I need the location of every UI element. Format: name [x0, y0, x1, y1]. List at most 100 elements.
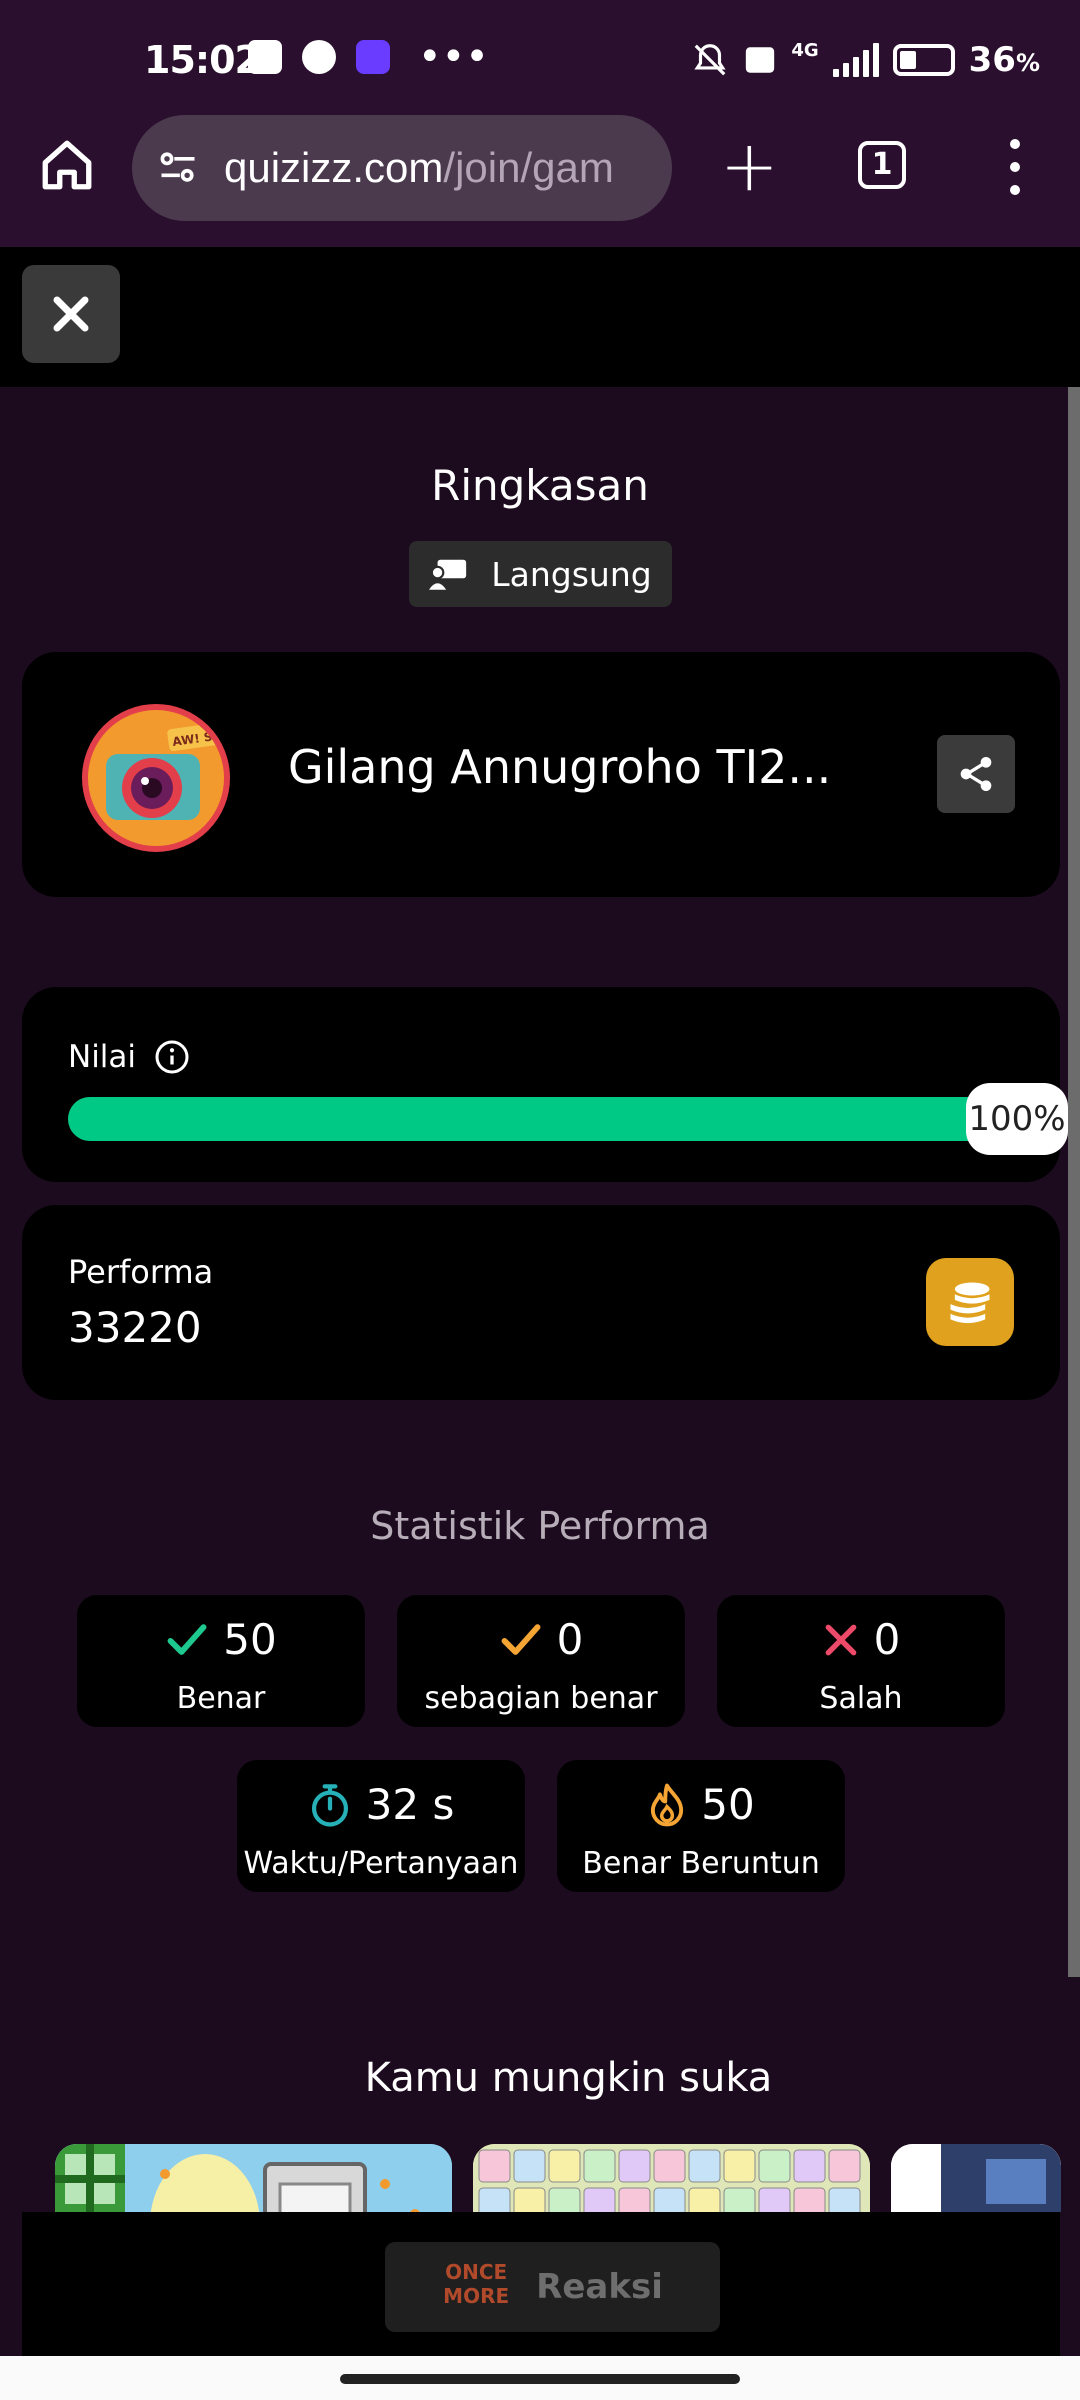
signal-icon — [832, 43, 879, 77]
score-progress-bar — [68, 1097, 1028, 1141]
stat-label: sebagian benar — [424, 1681, 658, 1716]
stat-correct: 50 Benar — [77, 1595, 365, 1727]
share-icon — [960, 757, 992, 791]
keyboard-key — [828, 2149, 861, 2183]
home-icon[interactable] — [38, 135, 96, 195]
status-bar: 15:02 ••• 4G 36% — [0, 0, 1080, 115]
reactions-bar: ONCE MORE Reaksi — [22, 2212, 1060, 2362]
keyboard-key — [583, 2149, 616, 2183]
stat-wrong: 0 Salah — [717, 1595, 1005, 1727]
keyboard-key — [583, 2187, 616, 2212]
message-icon — [248, 40, 282, 74]
page-title: Ringkasan — [431, 461, 649, 510]
score-label-row: Nilai — [68, 1039, 190, 1075]
once-more-logo: ONCE MORE — [443, 2260, 510, 2308]
stat-value: 50 — [223, 1615, 277, 1664]
close-button[interactable] — [22, 265, 120, 363]
coins-button[interactable] — [926, 1258, 1014, 1346]
stat-value: 0 — [873, 1615, 901, 1664]
new-tab-icon[interactable]: + — [720, 131, 779, 201]
keyboard-key — [723, 2149, 756, 2183]
summary-page: Ringkasan Langsung AW! SNAP! Gilang Annu… — [0, 387, 1080, 2212]
keyboard-key — [793, 2187, 826, 2212]
stat-label: Salah — [819, 1681, 903, 1716]
stat-value: 0 — [556, 1615, 584, 1664]
keyboard-key — [653, 2149, 686, 2183]
mode-badge: Langsung — [409, 541, 672, 607]
suggestion-thumbnail — [473, 2144, 870, 2212]
stat-label: Waktu/Pertanyaan — [243, 1846, 519, 1881]
avatar: AW! SNAP! — [82, 704, 230, 852]
score-percent: 100% — [966, 1083, 1068, 1155]
stat-streak: 50 Benar Beruntun — [557, 1760, 845, 1892]
mode-label: Langsung — [491, 554, 652, 594]
score-card: Nilai 100% — [22, 987, 1068, 1182]
address-bar[interactable]: quizizz.com/join/gam — [132, 115, 672, 221]
info-icon[interactable] — [154, 1039, 190, 1075]
suggestions-title: Kamu mungkin suka — [364, 2055, 773, 2101]
keyboard-key — [688, 2149, 721, 2183]
navigation-bar — [0, 2356, 1080, 2400]
stat-label: Benar — [176, 1681, 266, 1716]
performance-card: Performa 33220 — [22, 1205, 1060, 1400]
cross-icon — [825, 1624, 856, 1655]
keyboard-key — [828, 2187, 861, 2212]
coins-icon — [950, 1282, 990, 1324]
stat-value: 32 s — [365, 1780, 455, 1829]
pinterest-icon — [302, 40, 336, 74]
suggestion-thumbnail — [55, 2144, 452, 2212]
performance-value: 33220 — [68, 1303, 202, 1352]
stat-label: Benar Beruntun — [582, 1846, 820, 1881]
keyboard-key — [478, 2149, 511, 2183]
reactions-label: Reaksi — [536, 2267, 663, 2307]
tab-switcher-button[interactable]: 1 — [858, 141, 906, 189]
check-icon — [501, 1623, 541, 1655]
status-time: 15:02 — [144, 38, 261, 82]
keyboard-key — [723, 2187, 756, 2212]
camera-avatar-icon: AW! SNAP! — [106, 723, 224, 820]
battery-level: 36% — [968, 40, 1040, 80]
home-gesture-handle[interactable] — [340, 2374, 740, 2384]
browser-toolbar: quizizz.com/join/gam + 1 — [0, 115, 1080, 247]
keyboard-key — [513, 2187, 546, 2212]
score-progress-fill — [68, 1097, 1028, 1141]
quiz-header — [0, 247, 1080, 387]
volte-icon — [746, 47, 775, 73]
score-label: Nilai — [68, 1039, 137, 1075]
share-button[interactable] — [937, 735, 1015, 813]
player-name: Gilang Annugroho TI2... — [288, 740, 832, 794]
suggestion-card[interactable] — [891, 2144, 1061, 2212]
keyboard-key — [688, 2187, 721, 2212]
suggestion-card[interactable] — [473, 2144, 870, 2212]
performance-label: Performa — [68, 1253, 214, 1291]
stats-title: Statistik Performa — [370, 1504, 710, 1548]
keyboard-key — [758, 2187, 791, 2212]
url-text[interactable]: quizizz.com/join/gam — [224, 144, 654, 192]
keyboard-key — [758, 2149, 791, 2183]
flame-icon — [651, 1783, 684, 1826]
stopwatch-icon — [311, 1783, 348, 1827]
suggestion-card[interactable] — [55, 2144, 452, 2212]
keyboard-key — [513, 2149, 546, 2183]
more-menu-icon[interactable] — [1008, 139, 1022, 195]
stat-time-per-question: 32 s Waktu/Pertanyaan — [237, 1760, 525, 1892]
lazada-icon — [356, 40, 390, 74]
presentation-icon — [429, 559, 467, 590]
site-settings-icon[interactable] — [156, 146, 200, 190]
check-icon — [167, 1623, 207, 1655]
keyboard-key — [653, 2187, 686, 2212]
keyboard-key — [478, 2187, 511, 2212]
network-type: 4G — [791, 39, 819, 61]
system-icons: 4G 36% — [691, 40, 1040, 80]
stat-value: 50 — [701, 1780, 755, 1829]
player-card: AW! SNAP! Gilang Annugroho TI2... — [22, 652, 1060, 897]
keyboard-key — [618, 2149, 651, 2183]
keyboard-key — [548, 2149, 581, 2183]
more-notifications-icon: ••• — [418, 34, 489, 80]
stat-partial: 0 sebagian benar — [397, 1595, 685, 1727]
battery-icon — [892, 44, 955, 76]
reactions-button[interactable]: ONCE MORE Reaksi — [385, 2242, 720, 2332]
keyboard-key — [548, 2187, 581, 2212]
scrollbar[interactable] — [1068, 387, 1080, 1977]
suggestion-thumbnail — [891, 2144, 1061, 2212]
